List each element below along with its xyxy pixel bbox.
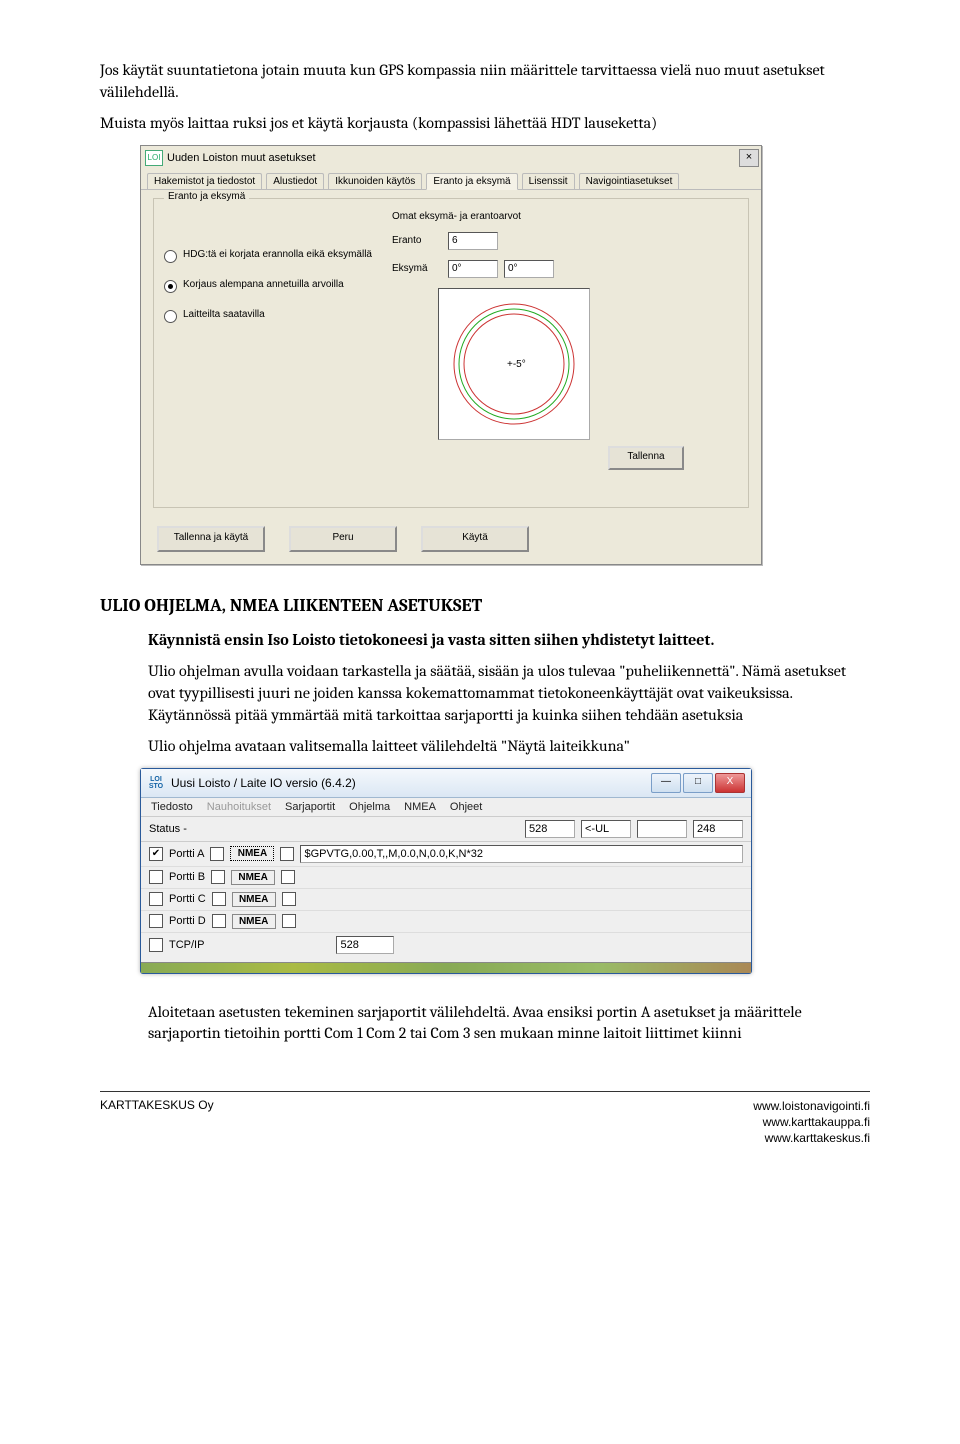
cancel-button[interactable]: Peru — [289, 526, 397, 552]
radio-label: HDG:tä ei korjata erannolla eikä eksymäl… — [183, 249, 372, 261]
status-field-3[interactable] — [637, 820, 687, 838]
groupbox-legend: Eranto ja eksymä — [164, 191, 249, 202]
port-row-d: Portti D NMEA — [141, 911, 751, 933]
eranto-input[interactable]: 6 — [448, 232, 498, 250]
tab-alustiedot[interactable]: Alustiedot — [266, 173, 324, 189]
status-field-4[interactable]: 248 — [693, 820, 743, 838]
radio-from-devices[interactable]: Laitteilta saatavilla — [164, 309, 374, 323]
tab-navigointi[interactable]: Navigointiasetukset — [579, 173, 680, 189]
port-b-subcheck[interactable] — [211, 870, 225, 884]
footer-link-1: www.loistonavigointi.fi — [753, 1098, 870, 1114]
tab-lisenssit[interactable]: Lisenssit — [522, 173, 575, 189]
tallenna-button[interactable]: Tallenna — [608, 446, 684, 470]
app-logo-icon: LOI — [145, 150, 163, 166]
footer-left: KARTTAKESKUS Oy — [100, 1098, 214, 1147]
port-a-nmea-button[interactable]: NMEA — [230, 846, 274, 861]
menu-nmea[interactable]: NMEA — [404, 801, 436, 813]
radio-label: Korjaus alempana annetuilla arvoilla — [183, 279, 344, 291]
tcpip-row: TCP/IP 528 — [141, 933, 751, 960]
tab-hakemistot[interactable]: Hakemistot ja tiedostot — [147, 173, 262, 189]
close-button[interactable]: × — [739, 149, 759, 167]
minimize-button[interactable]: — — [651, 773, 681, 793]
dialog-titlebar: LOI Uuden Loiston muut asetukset × — [141, 146, 761, 168]
intro-paragraph-1: Jos käytät suuntatietona jotain muuta ku… — [100, 60, 870, 103]
radio-manual-values[interactable]: Korjaus alempana annetuilla arvoilla — [164, 279, 374, 293]
io-window: LOI STO Uusi Loisto / Laite IO versio (6… — [140, 768, 752, 974]
tab-strip: Hakemistot ja tiedostot Alustiedot Ikkun… — [141, 168, 761, 190]
port-d-subcheck[interactable] — [212, 914, 226, 928]
menu-nauhoitukset[interactable]: Nauhoitukset — [207, 801, 271, 813]
section-heading: ULIO OHJELMA, NMEA LIIKENTEEN ASETUKSET — [100, 595, 870, 616]
port-c-enable-checkbox[interactable] — [149, 892, 163, 906]
status-field-2[interactable]: <-UL — [581, 820, 631, 838]
status-field-1[interactable]: 528 — [525, 820, 575, 838]
tab-ikkunoiden[interactable]: Ikkunoiden käytös — [328, 173, 422, 189]
eranto-groupbox: Eranto ja eksymä HDG:tä ei korjata erann… — [153, 198, 749, 508]
radio-icon — [164, 250, 177, 263]
tcpip-label: TCP/IP — [169, 939, 204, 951]
eranto-label: Eranto — [392, 235, 448, 246]
footer-link-2: www.karttakauppa.fi — [753, 1114, 870, 1130]
tcpip-checkbox[interactable] — [149, 938, 163, 952]
save-and-use-button[interactable]: Tallenna ja käytä — [157, 526, 265, 552]
port-row-b: Portti B NMEA — [141, 867, 751, 889]
eksyma-input-1[interactable]: 0° — [448, 260, 498, 278]
port-row-c: Portti C NMEA — [141, 889, 751, 911]
eksyma-label: Eksymä — [392, 263, 448, 274]
port-a-nmea-line[interactable]: $GPVTG,0.00,T,,M,0.0,N,0.0,K,N*32 — [300, 845, 743, 863]
para-bold-startup: Käynnistä ensin Iso Loisto tietokoneesi … — [148, 630, 870, 652]
port-b-nmea-button[interactable]: NMEA — [231, 870, 275, 885]
subgroup-title: Omat eksymä- ja erantoarvot — [392, 211, 738, 222]
dialog-title: Uuden Loiston muut asetukset — [167, 152, 739, 164]
status-row: Status - 528 <-UL 248 — [141, 817, 751, 842]
port-b-label: Portti B — [169, 871, 205, 883]
radio-label: Laitteilta saatavilla — [183, 309, 265, 321]
port-a-subcheck2[interactable] — [280, 847, 294, 861]
port-c-subcheck[interactable] — [212, 892, 226, 906]
port-row-a: ✔ Portti A NMEA $GPVTG,0.00,T,,M,0.0,N,0… — [141, 842, 751, 867]
compass-degree-label: +-5° — [507, 359, 526, 370]
port-c-label: Portti C — [169, 893, 206, 905]
port-a-enable-checkbox[interactable]: ✔ — [149, 847, 163, 861]
io-bottom-strip — [141, 962, 751, 973]
port-c-subcheck2[interactable] — [282, 892, 296, 906]
maximize-button[interactable]: □ — [683, 773, 713, 793]
menu-tiedosto[interactable]: Tiedosto — [151, 801, 193, 813]
radio-icon — [164, 310, 177, 323]
port-d-nmea-button[interactable]: NMEA — [232, 914, 276, 929]
status-label: Status - — [149, 823, 187, 835]
port-b-enable-checkbox[interactable] — [149, 870, 163, 884]
settings-dialog: LOI Uuden Loiston muut asetukset × Hakem… — [140, 145, 762, 565]
port-d-enable-checkbox[interactable] — [149, 914, 163, 928]
port-d-subcheck2[interactable] — [282, 914, 296, 928]
radio-no-correction[interactable]: HDG:tä ei korjata erannolla eikä eksymäl… — [164, 249, 374, 263]
port-c-nmea-button[interactable]: NMEA — [232, 892, 276, 907]
para-ulio-description: Ulio ohjelman avulla voidaan tarkastella… — [148, 661, 870, 726]
para-open-ulio: Ulio ohjelma avataan valitsemalla laitte… — [148, 736, 870, 758]
tcpip-port-input[interactable]: 528 — [336, 936, 394, 954]
menu-ohjelma[interactable]: Ohjelma — [349, 801, 390, 813]
footer-right: www.loistonavigointi.fi www.karttakauppa… — [753, 1098, 870, 1147]
menu-ohjeet[interactable]: Ohjeet — [450, 801, 482, 813]
port-d-label: Portti D — [169, 915, 206, 927]
app-logo-icon: LOI STO — [147, 776, 165, 790]
intro-paragraph-2: Muista myös laittaa ruksi jos et käytä k… — [100, 113, 870, 135]
para-final: Aloitetaan asetusten tekeminen sarjaport… — [148, 1002, 870, 1045]
port-a-label: Portti A — [169, 848, 204, 860]
footer-link-3: www.karttakeskus.fi — [753, 1130, 870, 1146]
menu-sarjaportit[interactable]: Sarjaportit — [285, 801, 335, 813]
compass-preview: +-5° — [438, 288, 590, 440]
menubar: Tiedosto Nauhoitukset Sarjaportit Ohjelm… — [141, 798, 751, 817]
eksyma-input-2[interactable]: 0° — [504, 260, 554, 278]
io-titlebar: LOI STO Uusi Loisto / Laite IO versio (6… — [141, 769, 751, 798]
page-footer: KARTTAKESKUS Oy www.loistonavigointi.fi … — [100, 1091, 870, 1147]
use-button[interactable]: Käytä — [421, 526, 529, 552]
port-b-subcheck2[interactable] — [281, 870, 295, 884]
io-title: Uusi Loisto / Laite IO versio (6.4.2) — [171, 776, 651, 790]
close-button[interactable]: X — [715, 773, 745, 793]
port-a-subcheck[interactable] — [210, 847, 224, 861]
radio-icon — [164, 280, 177, 293]
tab-eranto[interactable]: Eranto ja eksymä — [426, 173, 517, 190]
